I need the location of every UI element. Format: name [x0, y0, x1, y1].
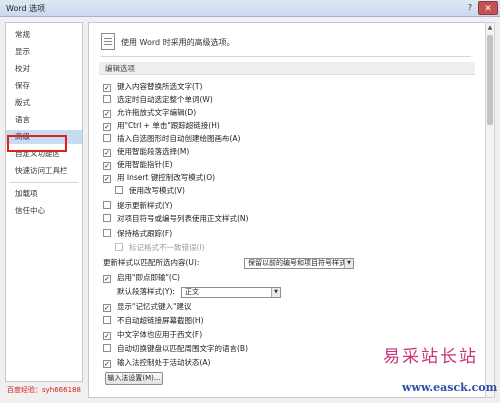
- vertical-scrollbar[interactable]: ▲: [485, 22, 495, 398]
- header-divider: [101, 56, 471, 57]
- category-sidebar: 常规 显示 校对 保存 版式 语言 高级 自定义功能区 快速访问工具栏 加载项 …: [5, 22, 83, 382]
- option-use-overtype[interactable]: 使用改写模式(V): [115, 185, 185, 197]
- watermark-title: 易采站长站: [383, 347, 478, 367]
- sidebar-item-save[interactable]: 保存: [6, 79, 82, 93]
- chevron-down-icon[interactable]: ▼: [344, 259, 353, 268]
- checkbox[interactable]: ✓: [103, 275, 111, 283]
- checkbox: [115, 243, 123, 251]
- checkbox[interactable]: ✓: [103, 175, 111, 183]
- checkbox[interactable]: ✓: [103, 360, 111, 368]
- option-chinese-font-latin[interactable]: ✓ 中文字体也应用于西文(F): [103, 329, 202, 341]
- close-button[interactable]: ✕: [478, 1, 498, 15]
- option-normal-style-for-lists[interactable]: 对项目符号或编号列表使用正文样式(N): [103, 213, 248, 225]
- checkbox[interactable]: [103, 201, 111, 209]
- option-drawing-canvas[interactable]: 插入自选图形时自动创建绘图画布(A): [103, 133, 240, 145]
- sidebar-item-trust-center[interactable]: 信任中心: [6, 204, 82, 218]
- paste-style-label: 更新样式以匹配所选内容(U):: [103, 258, 200, 267]
- document-options-icon: [101, 33, 115, 50]
- credit-caption: 百度经验：syh666188: [7, 386, 81, 394]
- checkbox[interactable]: [103, 214, 111, 222]
- checkbox[interactable]: ✓: [103, 332, 111, 340]
- option-ime-control-active[interactable]: ✓ 输入法控制处于活动状态(A): [103, 357, 210, 369]
- sidebar-item-display[interactable]: 显示: [6, 45, 82, 59]
- checkbox[interactable]: ✓: [103, 149, 111, 157]
- sidebar-item-proofing[interactable]: 校对: [6, 62, 82, 76]
- checkbox[interactable]: ✓: [103, 84, 111, 92]
- panel-description: 使用 Word 时采用的高级选项。: [121, 38, 235, 47]
- scroll-up-icon[interactable]: ▲: [486, 23, 494, 32]
- checkbox[interactable]: ✓: [103, 123, 111, 131]
- checkbox[interactable]: [103, 316, 111, 324]
- checkbox[interactable]: [103, 229, 111, 237]
- checkbox[interactable]: [103, 344, 111, 352]
- option-auto-switch-keyboard[interactable]: 自动切换键盘以匹配周围文字的语言(B): [103, 343, 248, 355]
- option-typing-replaces-selection[interactable]: ✓ 键入内容替换所选文字(T): [103, 81, 202, 93]
- title-bar: Word 选项 ? ✕: [0, 0, 500, 17]
- sidebar-item-language[interactable]: 语言: [6, 113, 82, 127]
- help-button[interactable]: ?: [463, 2, 477, 14]
- checkbox[interactable]: ✓: [103, 304, 111, 312]
- checkbox[interactable]: [103, 134, 111, 142]
- window-title: Word 选项: [6, 4, 46, 13]
- option-prompt-update-style[interactable]: 提示更新样式(Y): [103, 200, 172, 212]
- annotation-highlight: [7, 135, 67, 152]
- paste-style-select[interactable]: 保留以前的编号和项目符号样式 ▼: [244, 258, 354, 269]
- chevron-down-icon[interactable]: ▼: [271, 288, 280, 297]
- default-paragraph-style-label: 默认段落样式(Y):: [117, 287, 175, 296]
- option-drag-and-drop[interactable]: ✓ 允许拖放式文字编辑(D): [103, 107, 196, 119]
- sidebar-item-general[interactable]: 常规: [6, 28, 82, 42]
- option-auto-select-word[interactable]: 选定时自动选定整个单词(W): [103, 94, 213, 106]
- option-insert-key-overtype[interactable]: ✓ 用 Insert 键控制改写模式(O): [103, 172, 215, 184]
- checkbox[interactable]: [115, 186, 123, 194]
- section-editing-options: 编辑选项: [99, 62, 475, 75]
- checkbox[interactable]: ✓: [103, 162, 111, 170]
- option-click-and-type[interactable]: ✓ 启用"即点即输"(C): [103, 272, 180, 284]
- checkbox[interactable]: [103, 95, 111, 103]
- watermark-url: www.easck.com: [402, 381, 498, 394]
- checkbox[interactable]: ✓: [103, 110, 111, 118]
- option-keep-track-formatting[interactable]: 保持格式跟踪(F): [103, 228, 172, 240]
- option-autocomplete-suggestions[interactable]: ✓ 显示"记忆式键入"建议: [103, 301, 191, 313]
- option-ctrl-click-hyperlink[interactable]: ✓ 用"Ctrl + 单击"跟踪超链接(H): [103, 120, 220, 132]
- sidebar-divider: [10, 182, 78, 183]
- ime-settings-button[interactable]: 输入法设置(M)...: [105, 372, 163, 385]
- option-no-hyperlink-screenshots[interactable]: 不自动超链接屏幕截图(H): [103, 315, 204, 327]
- sidebar-item-addins[interactable]: 加载项: [6, 187, 82, 201]
- default-paragraph-style-select[interactable]: 正文 ▼: [181, 287, 281, 298]
- scroll-thumb[interactable]: [487, 35, 493, 125]
- sidebar-item-quick-access-toolbar[interactable]: 快速访问工具栏: [6, 164, 82, 178]
- option-mark-format-inconsistencies: 标记格式不一致错误(I): [115, 242, 205, 254]
- option-smart-paragraph-selection[interactable]: ✓ 使用智能段落选择(M): [103, 146, 189, 158]
- sidebar-item-layout[interactable]: 版式: [6, 96, 82, 110]
- option-smart-cursoring[interactable]: ✓ 使用智能指针(E): [103, 159, 173, 171]
